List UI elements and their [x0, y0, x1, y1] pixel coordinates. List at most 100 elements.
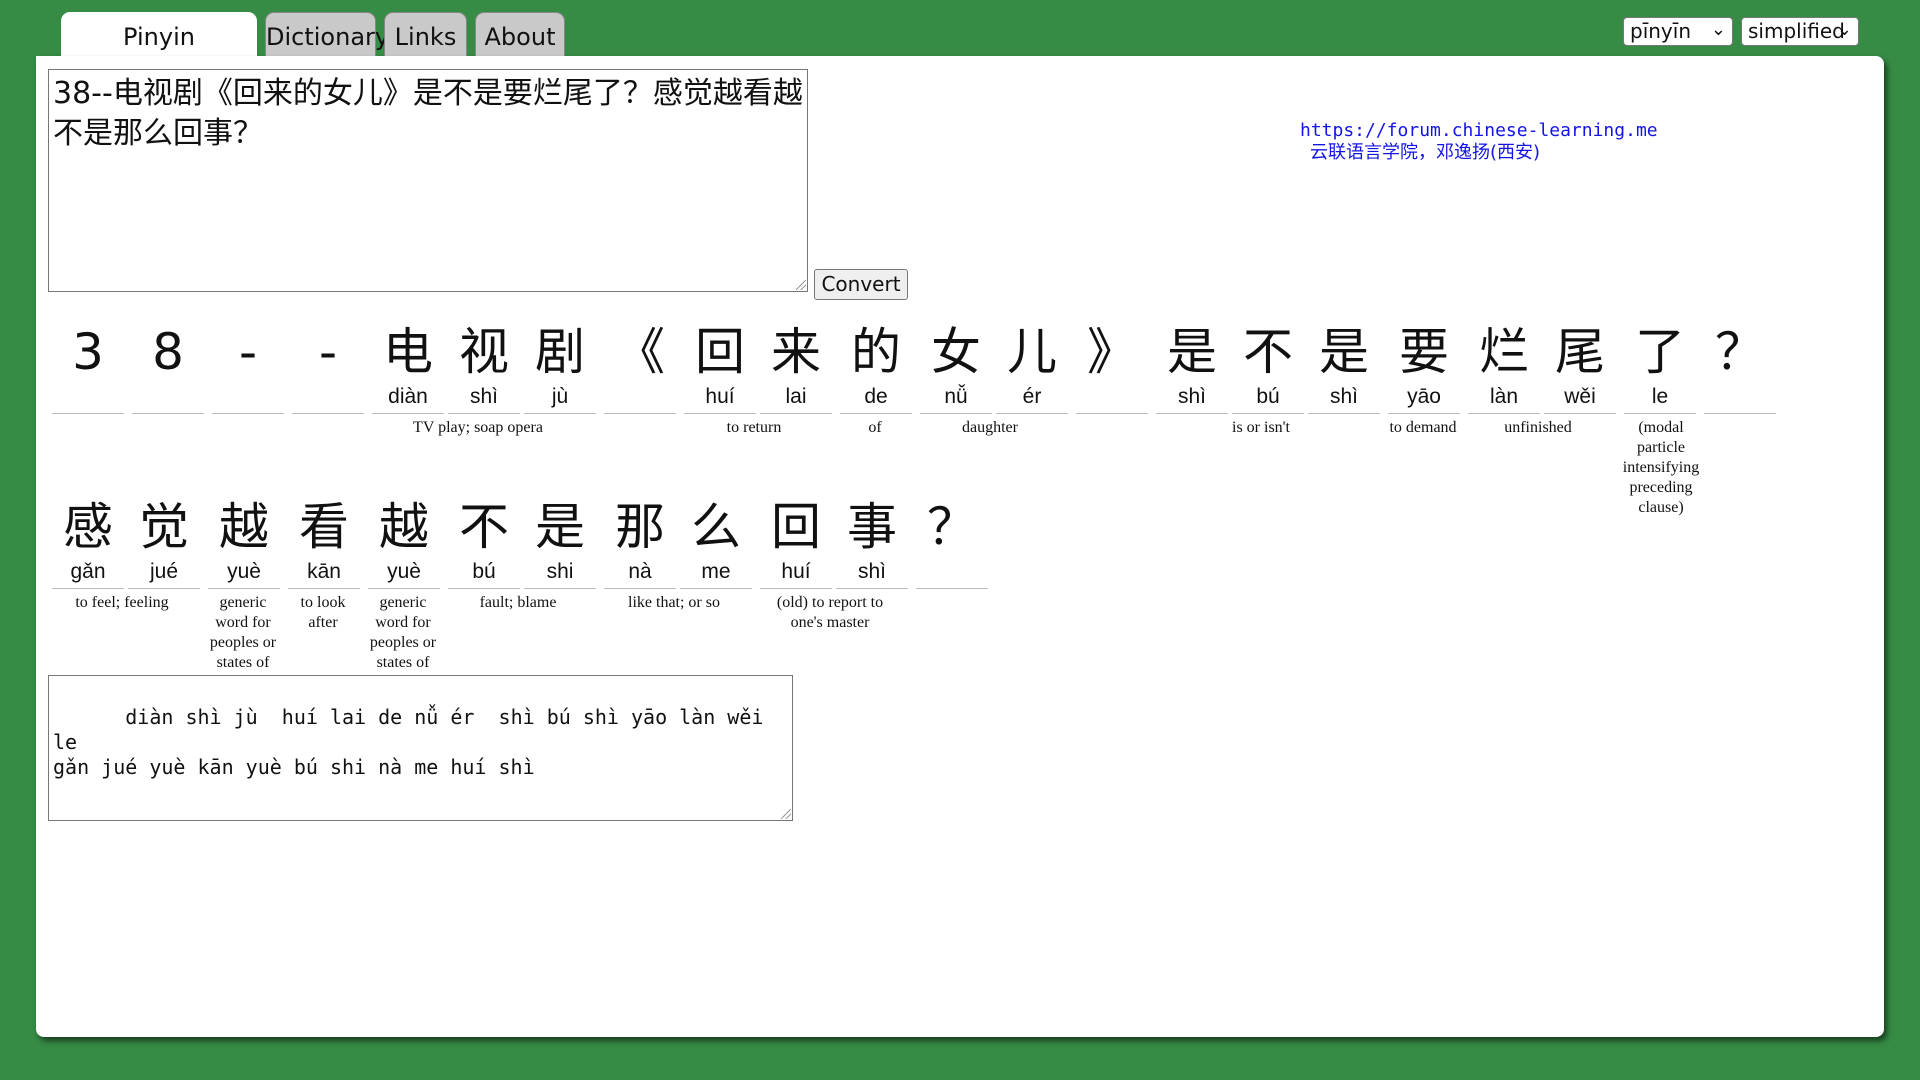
- pinyin: nǚ: [944, 385, 968, 408]
- pinyin: jù: [551, 385, 569, 408]
- hanzi: 烂: [1479, 323, 1529, 381]
- gloss: fault; blame: [479, 594, 557, 611]
- char-cell[interactable]: 么 me: [680, 496, 752, 589]
- char-cell: 3: [52, 321, 124, 414]
- pinyin: làn: [1489, 385, 1519, 408]
- char-cell: 《: [604, 321, 676, 414]
- hanzi: 电: [383, 323, 433, 381]
- gloss: (old) to report to one's master: [776, 594, 884, 631]
- convert-button[interactable]: Convert: [814, 269, 908, 300]
- char-cell: 8: [132, 321, 204, 414]
- pinyin: shì: [857, 560, 886, 583]
- pinyin: huí: [781, 560, 811, 583]
- char-cell[interactable]: 越 yuè: [208, 496, 280, 589]
- char-cell[interactable]: 来 lai: [760, 321, 832, 414]
- chevron-down-icon: ⌄: [1710, 19, 1726, 40]
- tab-label: Dictionary: [266, 23, 390, 51]
- hanzi: 《: [615, 323, 665, 381]
- hanzi: 女: [931, 323, 981, 381]
- pinyin: [1076, 383, 1148, 411]
- gloss: to look after: [300, 594, 346, 631]
- tab-about[interactable]: About: [475, 12, 565, 56]
- char-cell[interactable]: 那 nà: [604, 496, 676, 589]
- pinyin: [292, 383, 364, 411]
- char-cell[interactable]: 尾 wěi: [1544, 321, 1616, 414]
- resize-handle-icon[interactable]: [796, 280, 806, 290]
- char-cell: ？: [916, 496, 988, 589]
- hanzi: 觉: [139, 498, 189, 556]
- tab-links[interactable]: Links: [384, 12, 467, 56]
- pinyin: shì: [1177, 385, 1206, 408]
- hanzi: 不: [1243, 323, 1293, 381]
- gloss: (modal particle intensifying preceding c…: [1622, 419, 1700, 516]
- char-cell[interactable]: 是 shi: [524, 496, 596, 589]
- char-cell[interactable]: 是 shì: [1156, 321, 1228, 414]
- hanzi: -: [238, 323, 258, 381]
- char-cell[interactable]: 女 nǚ: [920, 321, 992, 414]
- script-value: simplified: [1748, 19, 1845, 43]
- pinyin: shi: [546, 560, 574, 583]
- char-cell[interactable]: 要 yāo: [1388, 321, 1460, 414]
- hanzi: 回: [771, 498, 821, 556]
- chinese-input-textarea[interactable]: 38--电视剧《回来的女儿》是不是要烂尾了？感觉越看越不是那么回事？: [48, 69, 808, 292]
- char-cell: -: [212, 321, 284, 414]
- tab-pinyin-converter[interactable]: Pinyin converter: [61, 12, 257, 95]
- pinyin: yuè: [227, 560, 261, 583]
- pinyin: yuè: [387, 560, 421, 583]
- resize-handle-icon[interactable]: [781, 809, 791, 819]
- pinyin: jué: [149, 560, 179, 583]
- output-text: diàn shì jù huí lai de nǚ ér shì bú shì …: [53, 705, 764, 779]
- char-cell[interactable]: 烂 làn: [1468, 321, 1540, 414]
- gloss: is or isn't: [1232, 419, 1290, 436]
- hanzi: 视: [459, 323, 509, 381]
- hanzi: 越: [219, 498, 269, 556]
- org-name: 云联语言学院，邓逸扬(西安): [1310, 142, 1541, 163]
- char-cell[interactable]: 儿 ér: [996, 321, 1068, 414]
- char-cell[interactable]: 回 huí: [684, 321, 756, 414]
- char-cell[interactable]: 电 diàn: [372, 321, 444, 414]
- hanzi: 来: [771, 323, 821, 381]
- hanzi: 要: [1399, 323, 1449, 381]
- pinyin: de: [864, 385, 888, 408]
- forum-link[interactable]: https://forum.chinese-learning.me: [1300, 120, 1658, 142]
- hanzi: 看: [299, 498, 349, 556]
- char-cell[interactable]: 不 bú: [1232, 321, 1304, 414]
- char-cell[interactable]: 剧 jù: [524, 321, 596, 414]
- char-cell[interactable]: 不 bú: [448, 496, 520, 589]
- hanzi: 尾: [1555, 323, 1605, 381]
- char-cell: ？: [1704, 321, 1776, 414]
- char-cell[interactable]: 感 gǎn: [52, 496, 124, 589]
- chevron-down-icon: ⌄: [1836, 19, 1852, 40]
- char-cell[interactable]: 的 de: [840, 321, 912, 414]
- hanzi: 那: [615, 498, 665, 556]
- pinyin-output-textarea[interactable]: diàn shì jù huí lai de nǚ ér shì bú shì …: [48, 675, 793, 821]
- pinyin: le: [1651, 385, 1669, 408]
- char-cell[interactable]: 事 shì: [836, 496, 908, 589]
- hanzi: 3: [72, 323, 104, 381]
- hanzi: 的: [851, 323, 901, 381]
- tone-mode-select[interactable]: pīnyīn ⌄: [1623, 17, 1733, 46]
- char-cell[interactable]: 了 le: [1624, 321, 1696, 414]
- char-cell[interactable]: 越 yuè: [368, 496, 440, 589]
- char-cell[interactable]: 视 shì: [448, 321, 520, 414]
- pinyin: [604, 383, 676, 411]
- script-select[interactable]: simplified ⌄: [1741, 17, 1859, 46]
- hanzi: 了: [1635, 323, 1685, 381]
- char-cell[interactable]: 是 shì: [1308, 321, 1380, 414]
- hanzi: ？: [1715, 323, 1765, 381]
- char-cell: 》: [1076, 321, 1148, 414]
- credit-block: https://forum.chinese-learning.me 云联语言学院…: [1300, 120, 1658, 164]
- pinyin: shì: [1329, 385, 1358, 408]
- char-cell[interactable]: 看 kān: [288, 496, 360, 589]
- char-cell[interactable]: 回 huí: [760, 496, 832, 589]
- char-cell[interactable]: 觉 jué: [128, 496, 200, 589]
- tab-dictionary[interactable]: Dictionary: [265, 12, 389, 56]
- gloss: to feel; feeling: [75, 594, 169, 611]
- hanzi: 事: [847, 498, 897, 556]
- pinyin: gǎn: [70, 560, 106, 583]
- hanzi: 儿: [1007, 323, 1057, 381]
- pinyin: [132, 383, 204, 411]
- pinyin: kān: [307, 560, 341, 583]
- pinyin: diàn: [388, 385, 428, 408]
- hanzi: 越: [379, 498, 429, 556]
